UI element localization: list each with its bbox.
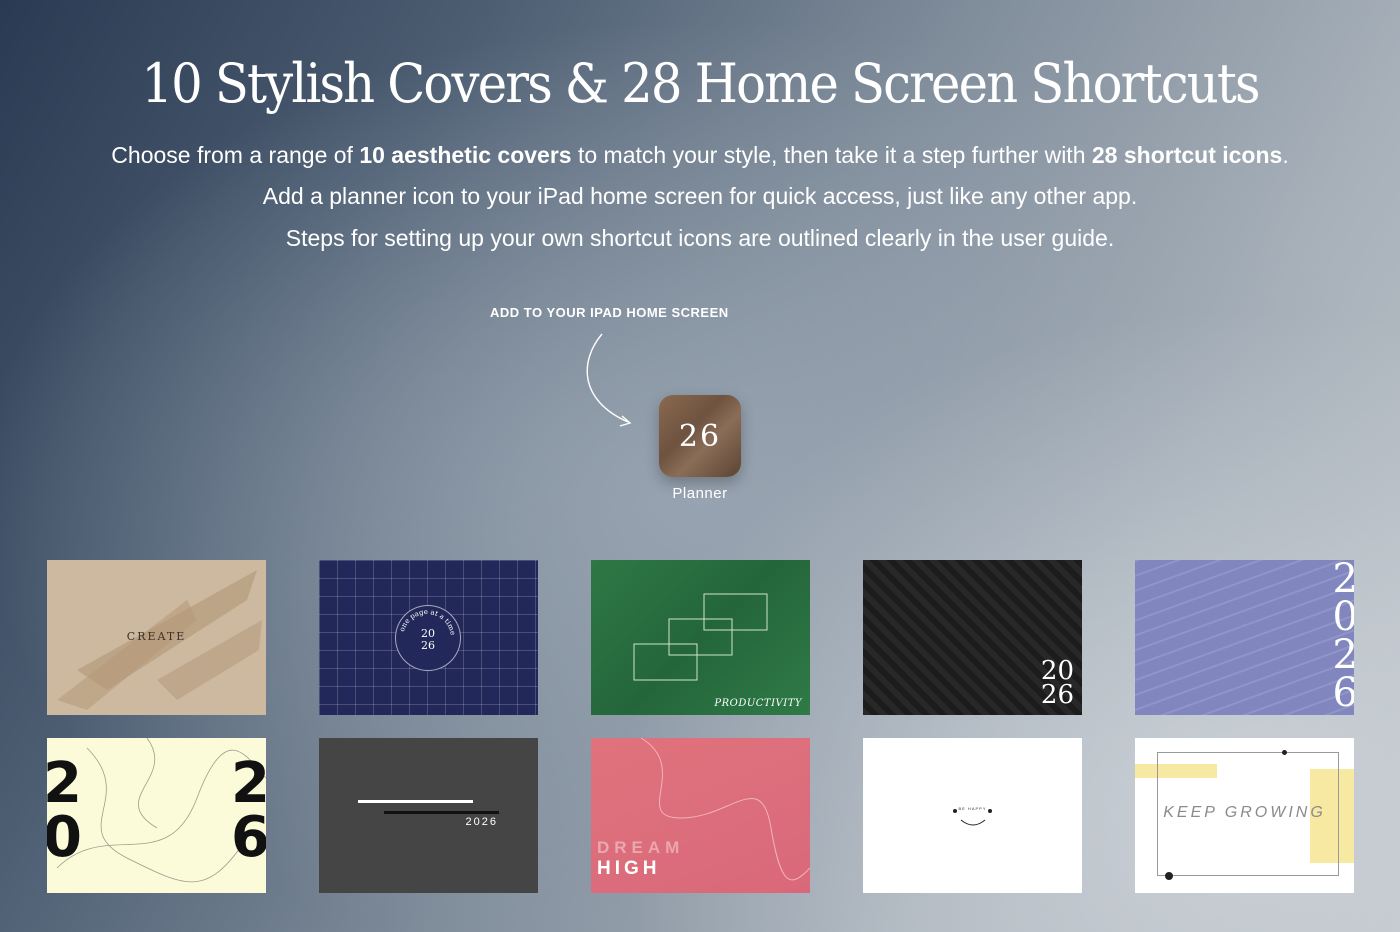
cover-be-happy[interactable]: BE HAPPY xyxy=(863,738,1082,893)
cover-gray[interactable]: 2026 xyxy=(319,738,538,893)
cover-cream-digit-2: 2 xyxy=(231,751,266,816)
description-line-3: Steps for setting up your own shortcut i… xyxy=(285,225,1115,251)
app-icon-number: 26 xyxy=(678,418,722,454)
page-title: 10 Stylish Covers & 28 Home Screen Short… xyxy=(141,52,1260,115)
cover-gray-bar-2 xyxy=(384,811,499,814)
cover-dot-top xyxy=(1282,750,1287,755)
cover-dark-year: 20 26 xyxy=(1040,656,1074,710)
description-line-1: Choose from a range of 10 aesthetic cove… xyxy=(111,142,1289,168)
cover-purple[interactable]: 2026 xyxy=(1135,560,1354,715)
curved-arrow-icon xyxy=(586,333,632,427)
cover-high-label: HIGH xyxy=(597,858,661,879)
cover-gray-year: 2026 xyxy=(465,816,498,828)
cover-cream-lines[interactable]: 2 2 0 6 xyxy=(47,738,266,893)
planner-app-icon[interactable]: 26 xyxy=(659,395,741,477)
cover-productivity-label: PRODUCTIVITY xyxy=(714,698,802,709)
cover-dream-high[interactable]: DREAM HIGH xyxy=(591,738,810,893)
cover-cream-digit-4: 6 xyxy=(231,805,266,870)
cover-purple-year: 2026 xyxy=(1332,560,1354,715)
cover-create[interactable]: CREATE xyxy=(47,560,266,715)
callout-label: ADD TO YOUR IPAD HOME SCREEN xyxy=(490,305,729,320)
cover-cream-digit-3: 0 xyxy=(47,805,82,870)
app-icon-label: Planner xyxy=(672,485,728,502)
smile-icon xyxy=(960,819,986,826)
cover-dark-chevron[interactable]: 20 26 xyxy=(863,560,1082,715)
cover-gray-bar-1 xyxy=(358,800,473,803)
rectangle-outlines-art xyxy=(633,593,768,681)
cover-grid[interactable]: one page at a time 20 26 xyxy=(319,560,538,715)
description-line-2: Add a planner icon to your iPad home scr… xyxy=(262,183,1138,209)
cover-keep-growing[interactable]: KEEP GROWING xyxy=(1135,738,1354,893)
cover-cream-digit-1: 2 xyxy=(47,751,82,816)
cover-productivity[interactable]: PRODUCTIVITY xyxy=(591,560,810,715)
cover-keep-growing-label: KEEP GROWING xyxy=(1163,804,1326,821)
cover-grid-year: 20 26 xyxy=(421,627,435,652)
cover-dot-bottom xyxy=(1165,872,1173,880)
cover-create-label: CREATE xyxy=(126,630,187,643)
cover-dream-label: DREAM xyxy=(597,838,685,857)
